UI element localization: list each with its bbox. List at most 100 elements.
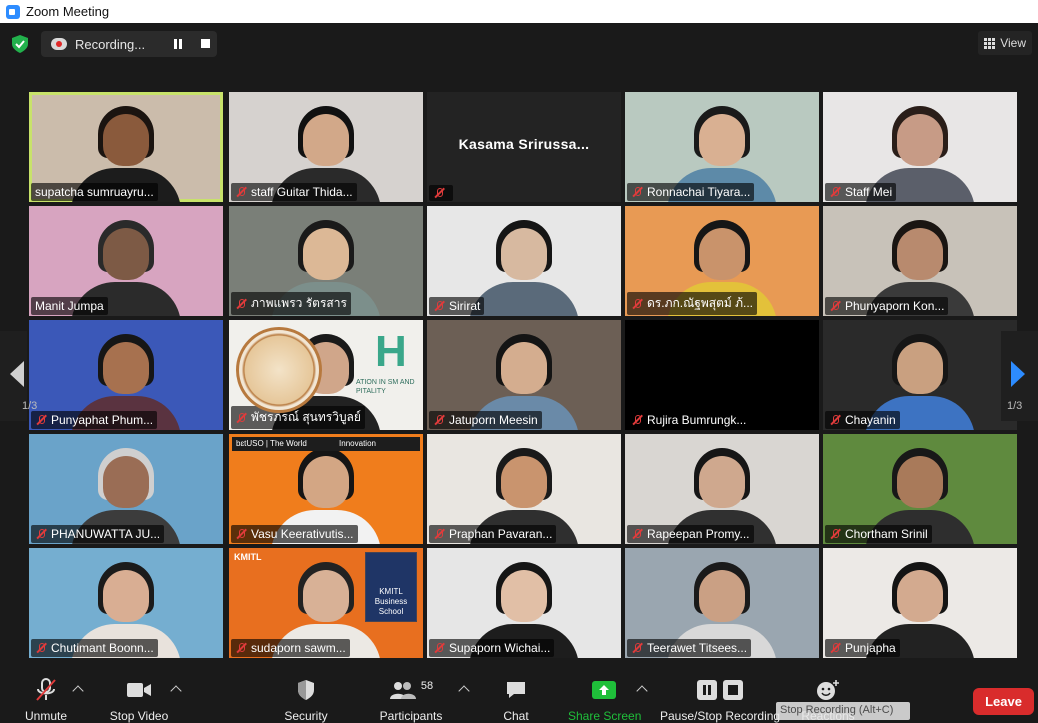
muted-microphone-icon: [829, 300, 841, 312]
participant-name: Ronnachai Tiyara...: [647, 185, 751, 199]
participants-options-caret-icon[interactable]: [458, 685, 470, 697]
stop-recording-icon[interactable]: [201, 39, 210, 48]
participant-face: [103, 342, 149, 394]
participant-name: ดร.ภก.ณัฐพสุตม์ ภ้...: [647, 296, 754, 310]
participant-name-label: Staff Mei: [825, 183, 897, 201]
audio-options-caret-icon[interactable]: [72, 685, 84, 697]
participant-video-tile[interactable]: Chutimant Boonn...: [29, 548, 223, 658]
page-indicator-left: 1/3: [22, 400, 38, 412]
participant-name-label: Jatuporn Meesin: [429, 411, 542, 429]
muted-microphone-icon: [829, 186, 841, 198]
participant-name-label: ดร.ภก.ณัฐพสุตม์ ภ้...: [627, 292, 758, 315]
participant-video-tile[interactable]: ภาพแพรว รัตรสาร: [229, 206, 423, 316]
participant-face: [897, 114, 943, 166]
page-indicator-right: 1/3: [1007, 400, 1023, 412]
muted-microphone-icon: [433, 187, 445, 199]
participant-face: [699, 456, 745, 508]
leave-button[interactable]: Leave: [973, 688, 1034, 715]
participant-video-tile[interactable]: Kasama Srirussa...: [427, 92, 621, 202]
participant-name: Supaporn Wichai...: [449, 641, 551, 655]
unmute-label: Unmute: [24, 709, 68, 723]
security-shield-icon[interactable]: [12, 35, 28, 53]
participant-name-label: [429, 185, 453, 201]
participant-video-tile[interactable]: Supaporn Wichai...: [427, 548, 621, 658]
muted-microphone-icon: [631, 642, 643, 654]
zoom-app-icon: [6, 4, 20, 19]
participant-video-tile[interactable]: ดร.ภก.ณัฐพสุตม์ ภ้...: [625, 206, 819, 316]
participant-video-tile[interactable]: Punyaphat Phum...: [29, 320, 223, 430]
unmute-button[interactable]: Unmute: [20, 677, 72, 723]
participant-name-label: Praphan Pavaran...: [429, 525, 557, 543]
participant-name: supatcha sumruayru...: [35, 185, 154, 199]
security-button[interactable]: Security: [281, 677, 331, 723]
pause-stop-recording-button[interactable]: Pause/Stop Recording: [660, 677, 780, 723]
participant-video-tile[interactable]: Ronnachai Tiyara...: [625, 92, 819, 202]
participant-video-tile[interactable]: Staff Mei: [823, 92, 1017, 202]
participant-name-label: staff Guitar Thida...: [231, 183, 357, 201]
participant-name-label: Chutimant Boonn...: [31, 639, 158, 657]
participant-face: [699, 570, 745, 622]
participant-video-tile[interactable]: Punjapha: [823, 548, 1017, 658]
participant-name-label: Ronnachai Tiyara...: [627, 183, 755, 201]
participant-name-label: Supaporn Wichai...: [429, 639, 555, 657]
video-options-caret-icon[interactable]: [170, 685, 182, 697]
participant-name-label: Teerawet Titsees...: [627, 639, 752, 657]
participant-face: [897, 228, 943, 280]
share-screen-button[interactable]: Share Screen: [568, 677, 641, 723]
participant-video-tile[interactable]: Sirirat: [427, 206, 621, 316]
participant-name-label: Chayanin: [825, 411, 900, 429]
participant-name-label: Sirirat: [429, 297, 485, 315]
meeting-topbar: Recording... View: [0, 23, 1038, 63]
muted-microphone-icon: [35, 414, 47, 426]
muted-microphone-icon: [631, 414, 643, 426]
participant-name: Chortham Srinil: [845, 527, 928, 541]
stop-video-button[interactable]: Stop Video: [106, 677, 172, 723]
participant-video-tile[interactable]: staff Guitar Thida...: [229, 92, 423, 202]
participant-name-label: Punjapha: [825, 639, 900, 657]
participant-video-tile[interactable]: Phunyaporn Kon...: [823, 206, 1017, 316]
hospitality-logo-text: ATION IN SM AND PITALITY: [356, 379, 415, 395]
participant-face: [303, 228, 349, 280]
security-shield-toolbar-icon: [281, 677, 331, 703]
pause-recording-icon[interactable]: [173, 39, 183, 49]
smiley-reaction-icon: [800, 677, 856, 703]
participants-button[interactable]: 58 Participants: [376, 677, 446, 723]
chat-button[interactable]: Chat: [498, 677, 534, 723]
participant-video-tile[interactable]: Rujira Bumrungk...: [625, 320, 819, 430]
participant-video-tile[interactable]: Chortham Srinil: [823, 434, 1017, 544]
view-button[interactable]: View: [978, 31, 1032, 55]
participant-face: [303, 114, 349, 166]
participant-video-tile[interactable]: Manit Jumpa: [29, 206, 223, 316]
kmitl-logo-text: KMITL: [234, 552, 262, 562]
participant-face: [103, 570, 149, 622]
participant-face: [103, 114, 149, 166]
participants-count: 58: [420, 680, 434, 692]
recording-indicator: Recording...: [41, 31, 217, 57]
participant-name: Praphan Pavaran...: [449, 527, 553, 541]
muted-microphone-icon: [35, 528, 47, 540]
participant-video-tile[interactable]: Rapeepan Promy...: [625, 434, 819, 544]
business-school-sign: KMITL Business School: [365, 552, 417, 622]
pause-stop-recording-icon: [660, 677, 780, 703]
participant-name-label: ภาพแพรว รัตรสาร: [231, 292, 351, 315]
participant-video-tile[interactable]: Praphan Pavaran...: [427, 434, 621, 544]
share-screen-icon: [568, 677, 640, 703]
participant-face: [303, 570, 349, 622]
video-camera-icon: [106, 677, 172, 703]
participant-video-tile[interactable]: Jatuporn Meesin: [427, 320, 621, 430]
participant-name-label: Punyaphat Phum...: [31, 411, 158, 429]
muted-microphone-icon: [35, 642, 47, 654]
participant-face: [897, 342, 943, 394]
participant-video-tile[interactable]: Chayanin: [823, 320, 1017, 430]
muted-microphone-icon: [829, 528, 841, 540]
participant-video-tile[interactable]: supatcha sumruayru...: [29, 92, 223, 202]
participant-name-label: Manit Jumpa: [31, 297, 108, 315]
participant-face: [501, 342, 547, 394]
participant-video-tile[interactable]: Teerawet Titsees...: [625, 548, 819, 658]
participant-video-tile[interactable]: PHANUWATTA JU...: [29, 434, 223, 544]
chat-bubble-icon: [498, 677, 534, 703]
muted-microphone-icon: [433, 642, 445, 654]
participant-name-label: พัชรภรณ์ สุนทรวิบูลย์: [231, 406, 365, 429]
university-seal-icon: [236, 327, 322, 413]
participant-name: Rapeepan Promy...: [647, 527, 750, 541]
